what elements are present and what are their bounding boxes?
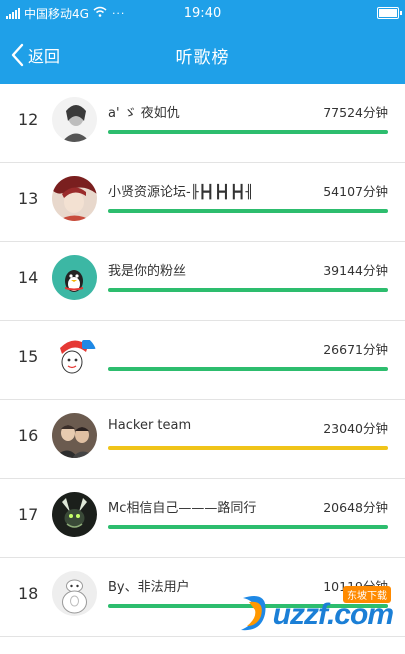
dark-creature-avatar[interactable] xyxy=(52,492,97,537)
listen-minutes: 77524分钟 xyxy=(323,105,388,120)
ranking-list: 12 a' ゞ 夜如仇 77524分钟 13 小贤资源论坛-╟┣┫┣┫┣┫╢ 5… xyxy=(0,84,405,637)
nav-bar: 返回 听歌榜 xyxy=(0,26,405,84)
chevron-left-icon xyxy=(11,43,24,67)
site-watermark: 东坡下载 uzzf.com xyxy=(227,586,397,636)
back-button[interactable]: 返回 xyxy=(10,26,60,84)
cartoon-avatar[interactable] xyxy=(52,334,97,379)
user-name: Mc相信自己———路同行 xyxy=(108,501,257,516)
progress-fill xyxy=(108,367,388,371)
progress-fill xyxy=(108,525,388,529)
listen-minutes: 23040分钟 xyxy=(323,421,388,436)
progress-fill xyxy=(108,288,388,292)
wifi-icon xyxy=(93,6,107,20)
list-item[interactable]: 12 a' ゞ 夜如仇 77524分钟 xyxy=(0,84,405,163)
list-item[interactable]: 14 我是你的粉丝 39144分钟 xyxy=(0,242,405,321)
clock-time: 19:40 xyxy=(183,5,222,21)
rank-number: 13 xyxy=(18,189,39,208)
back-label: 返回 xyxy=(28,47,61,66)
list-item[interactable]: 15 26671分钟 xyxy=(0,321,405,400)
progress-bar xyxy=(108,130,388,134)
user-name: a' ゞ 夜如仇 xyxy=(108,106,180,121)
rank-number: 15 xyxy=(18,347,39,366)
penguin-avatar[interactable] xyxy=(52,255,97,300)
list-item[interactable]: 16 Hacker team 23040分钟 xyxy=(0,400,405,479)
progress-bar xyxy=(108,209,388,213)
rank-number: 16 xyxy=(18,426,39,445)
user-name: 我是你的粉丝 xyxy=(108,264,187,279)
bw-portrait-avatar[interactable] xyxy=(52,97,97,142)
progress-bar xyxy=(108,288,388,292)
progress-bar xyxy=(108,446,388,450)
carrier-label: 中国移动4G xyxy=(24,6,89,21)
robot-avatar[interactable] xyxy=(52,571,97,616)
rank-number: 12 xyxy=(18,110,39,129)
user-name: 小贤资源论坛-╟┣┫┣┫┣┫╢ xyxy=(108,185,254,200)
anime-avatar[interactable] xyxy=(52,176,97,221)
progress-bar xyxy=(108,367,388,371)
user-name: Hacker team xyxy=(108,418,192,433)
listen-minutes: 20648分钟 xyxy=(323,500,388,515)
watermark-brand: uzzf.com xyxy=(272,598,394,631)
user-name: By、非法用户 xyxy=(108,580,190,595)
more-dots: ··· xyxy=(111,6,126,20)
rank-number: 18 xyxy=(18,584,39,603)
progress-fill xyxy=(108,446,388,450)
listen-minutes: 26671分钟 xyxy=(323,342,388,357)
rank-number: 14 xyxy=(18,268,39,287)
listen-minutes: 54107分钟 xyxy=(323,184,388,199)
list-item[interactable]: 17 Mc相信自己———路同行 20648分钟 xyxy=(0,479,405,558)
rank-number: 17 xyxy=(18,505,39,524)
page-title: 听歌榜 xyxy=(175,47,230,68)
progress-fill xyxy=(108,209,388,213)
signal-icon xyxy=(6,7,20,19)
list-item[interactable]: 13 小贤资源论坛-╟┣┫┣┫┣┫╢ 54107分钟 xyxy=(0,163,405,242)
group-avatar[interactable] xyxy=(52,413,97,458)
uzzf-logo-icon xyxy=(241,596,266,631)
progress-bar xyxy=(108,525,388,529)
progress-fill xyxy=(108,130,388,134)
battery-icon xyxy=(377,7,402,19)
status-bar: 中国移动4G ··· 19:40 xyxy=(0,0,405,26)
listen-minutes: 39144分钟 xyxy=(323,263,388,278)
